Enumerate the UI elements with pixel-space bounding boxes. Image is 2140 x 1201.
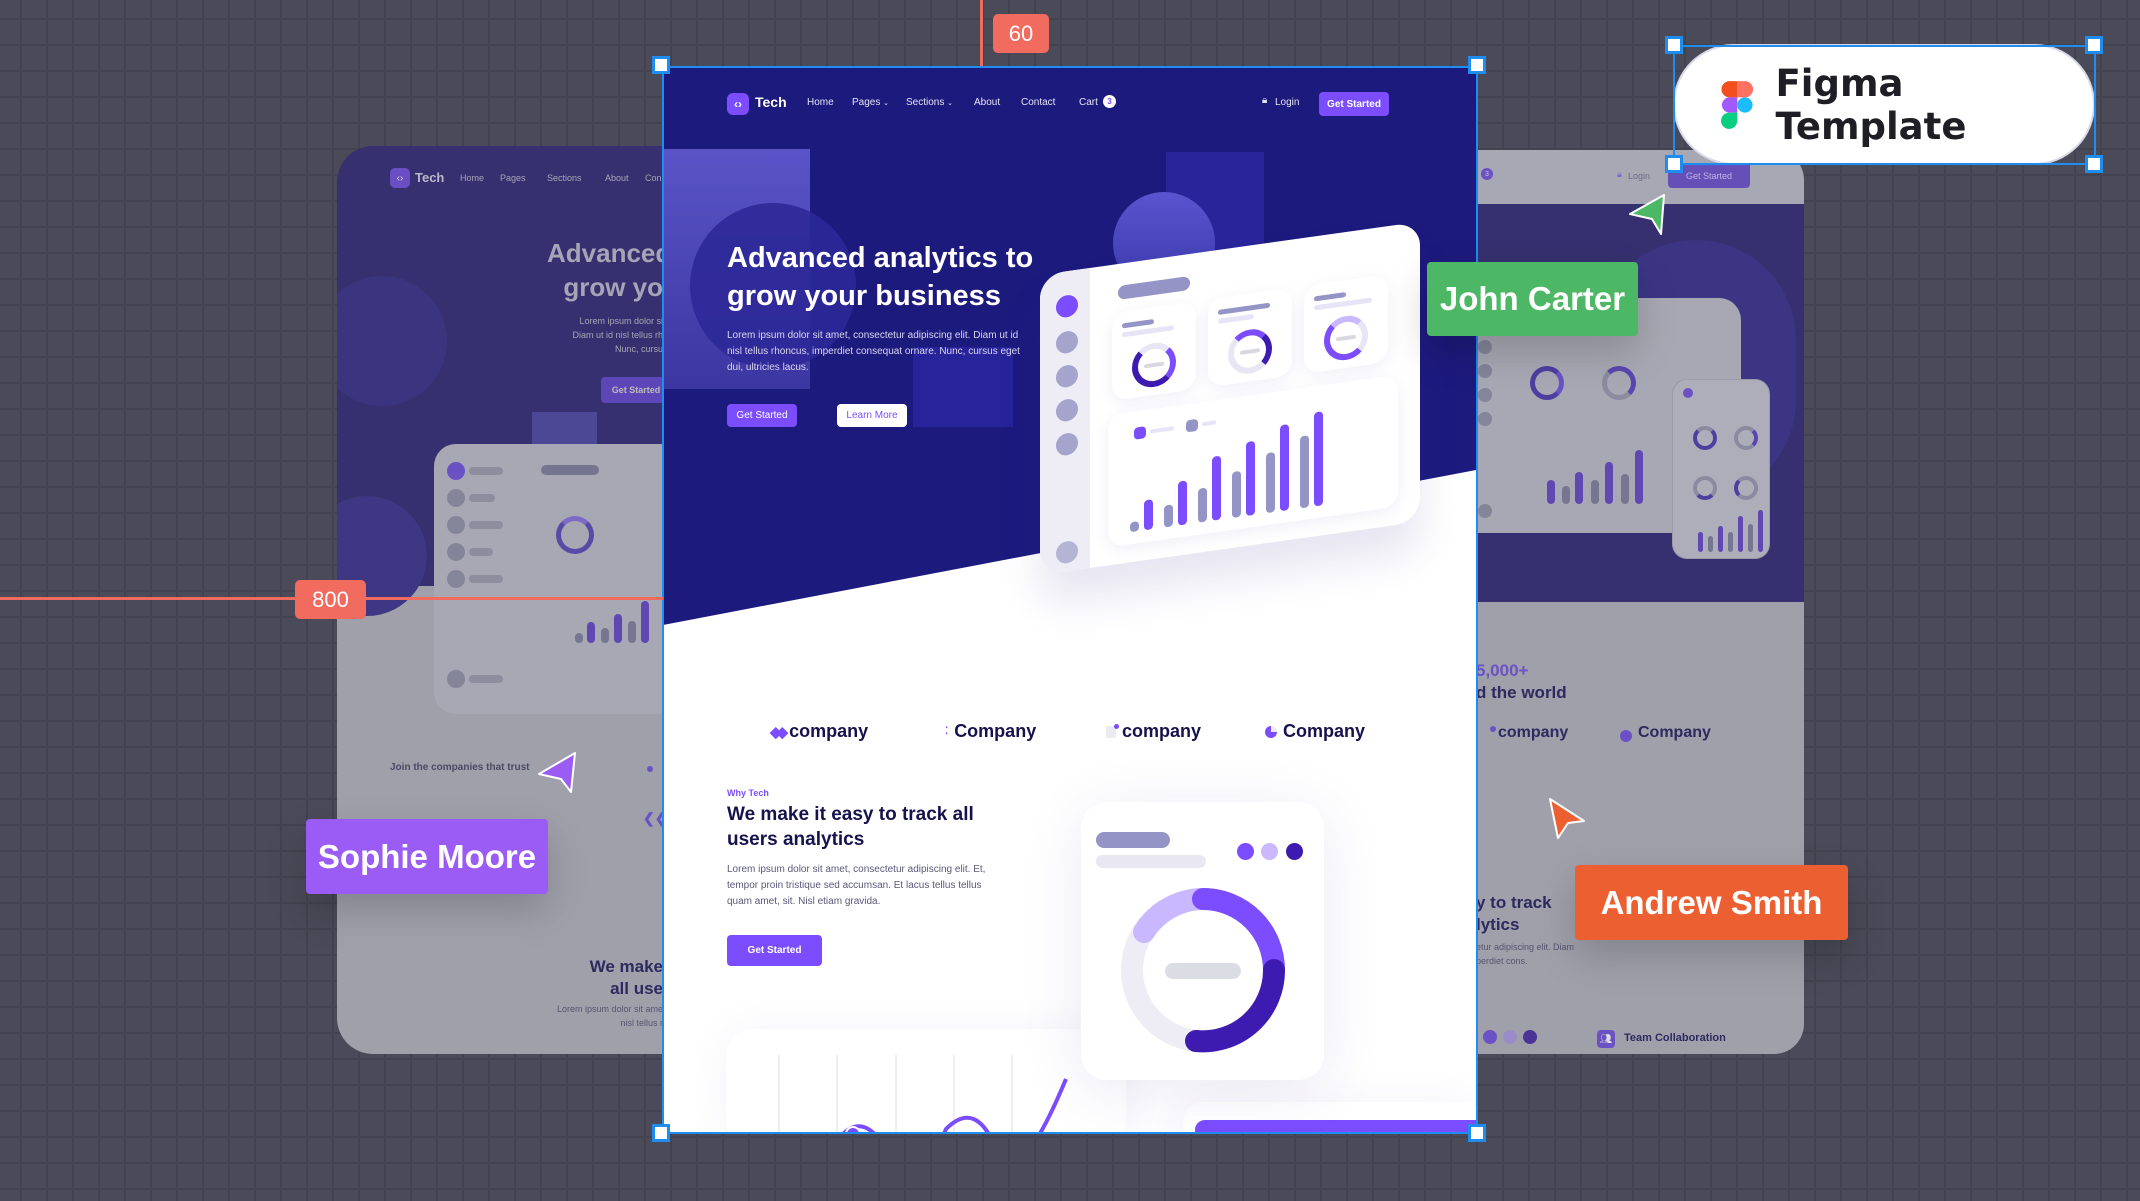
figma-logo-icon <box>1721 80 1754 129</box>
orange-cursor-icon <box>1549 798 1585 839</box>
resize-handle-bottom-left[interactable] <box>652 1124 670 1142</box>
site-navbar: ‹› Tech Home Pages ⌄ Sections ⌄ About Co… <box>663 67 1476 137</box>
team-icon: 👥︎ <box>1597 1030 1615 1048</box>
left-preview-frame: ‹› Tech Home Pages Sections About Con Ad… <box>337 146 663 1054</box>
preview-company-3: company <box>1498 724 1569 741</box>
badge-handle-top-left[interactable] <box>1665 36 1683 54</box>
bar-chart <box>1128 411 1388 533</box>
chevron-down-icon: ⌄ <box>947 100 954 107</box>
bottom-card-bar <box>1195 1120 1476 1133</box>
dashboard-illustration <box>1040 166 1420 575</box>
diamonds-logo-icon: ◆◆ <box>770 723 788 741</box>
main-website-frame[interactable]: ‹› Tech Home Pages ⌄ Sections ⌄ About Co… <box>663 67 1476 1133</box>
donut-chart <box>1121 888 1286 1053</box>
nav-get-started-button[interactable]: Get Started <box>1319 92 1389 116</box>
preview-sec-body: Lorem ipsum dolor sit ame nisl tellus r <box>556 1004 663 1028</box>
line-chart <box>778 1055 1068 1133</box>
preview-login: Login <box>1628 171 1651 181</box>
chevron-down-icon: ⌄ <box>883 100 890 107</box>
resize-handle-bottom-right[interactable] <box>1468 1124 1486 1142</box>
offset-measure-badge: 800 <box>295 580 366 619</box>
company-logo-2: ⁚ Company <box>945 721 1037 741</box>
green-cursor-icon <box>1629 194 1665 235</box>
square-dot-logo-icon <box>1106 723 1119 738</box>
sidebar-dot <box>1056 293 1078 319</box>
collaborator-tag-sophie-moore: Sophie Moore <box>306 819 548 894</box>
section-eyebrow: Why Tech <box>727 788 769 798</box>
cart-count-badge: 3 <box>1103 95 1116 108</box>
nav-sections[interactable]: Sections ⌄ <box>906 97 953 108</box>
brand-name[interactable]: Tech <box>755 94 787 110</box>
section-title: We make it easy to track all users analy… <box>727 804 974 850</box>
preview-sec-body: etur adipiscing elit. Diam perdiet cons. <box>1476 942 1575 966</box>
company-logo-3: company <box>1106 721 1201 742</box>
collaborator-tag-andrew-smith: Andrew Smith <box>1575 865 1848 940</box>
company-logo-4: Company <box>1265 721 1365 742</box>
badge-handle-top-right[interactable] <box>2085 36 2103 54</box>
donut-chart-card <box>1081 802 1324 1080</box>
line-chart-card <box>726 1029 1126 1133</box>
dots-logo-icon: ⁚ <box>945 725 949 737</box>
preview-sec-title: We make all use <box>589 957 663 998</box>
preview-get-started: Get Started <box>601 377 663 403</box>
preview-company-4: Company <box>1638 724 1711 741</box>
collaborator-tag-john-carter: John Carter <box>1427 262 1638 336</box>
donut-card <box>1304 274 1388 374</box>
section-get-started-button[interactable]: Get Started <box>727 935 822 966</box>
nav-about[interactable]: About <box>974 97 1000 108</box>
nav-contact[interactable]: Contact <box>1021 97 1055 108</box>
nav-home[interactable]: Home <box>807 97 834 108</box>
resize-handle-top-left[interactable] <box>652 56 670 74</box>
preview-logo: ‹› <box>390 168 410 188</box>
lock-icon: 🔒︎ <box>1262 95 1268 106</box>
preview-cart-badge: 3 <box>1481 168 1493 180</box>
preview-nav-about: About <box>605 173 629 183</box>
badge-handle-bottom-right[interactable] <box>2085 155 2103 173</box>
company-logo-1: ◆◆ company <box>770 721 869 741</box>
donut-card <box>1112 301 1196 401</box>
preview-hero-body: Lorem ipsum dolor si Diam ut id nisl tell… <box>572 316 663 354</box>
preview-trust-text: Join the companies that trust <box>390 762 530 773</box>
preview-sec-title: y to track lytics <box>1476 893 1552 934</box>
preview-stat-caption: d the world <box>1476 683 1567 702</box>
purple-cursor-icon <box>538 752 576 793</box>
preview-nav-home: Home <box>460 173 485 183</box>
preview-nav-sections: Sections <box>547 173 582 183</box>
nav-cart[interactable]: Cart <box>1079 97 1098 108</box>
preview-feature: Team Collaboration <box>1624 1032 1726 1044</box>
nav-pages[interactable]: Pages ⌄ <box>852 97 889 108</box>
hero-get-started-button[interactable]: Get Started <box>727 404 797 427</box>
spacing-measure-badge: 60 <box>993 14 1049 53</box>
hero-description: Lorem ipsum dolor sit amet, consectetur … <box>727 330 1020 373</box>
preview-nav-contact: Con <box>645 173 662 183</box>
figma-template-label: Figma Template <box>1775 61 1967 148</box>
figma-template-badge[interactable]: Figma Template <box>1675 46 2093 163</box>
preview-hero-title: Advanced grow yo <box>547 238 663 302</box>
hero-title: Advanced analytics to grow your business <box>727 242 1034 312</box>
bar-chart-card <box>1108 374 1398 548</box>
section-description: Lorem ipsum dolor sit amet, consectetur … <box>727 864 986 907</box>
badge-handle-bottom-left[interactable] <box>1665 155 1683 173</box>
hero-learn-more-button[interactable]: Learn More <box>837 404 907 427</box>
vertical-guide-line <box>980 0 983 66</box>
preview-nav-pages: Pages <box>500 173 526 183</box>
preview-stat: 5,000+ <box>1476 661 1529 680</box>
login-link[interactable]: Login <box>1275 97 1299 108</box>
resize-handle-top-right[interactable] <box>1468 56 1486 74</box>
preview-brand: Tech <box>415 170 445 185</box>
preview-lock-icon: 🔒︎ <box>1617 169 1622 179</box>
donut-card <box>1208 287 1292 388</box>
pie-logo-icon <box>1265 725 1277 738</box>
code-brackets-icon[interactable]: ‹› <box>727 93 749 115</box>
